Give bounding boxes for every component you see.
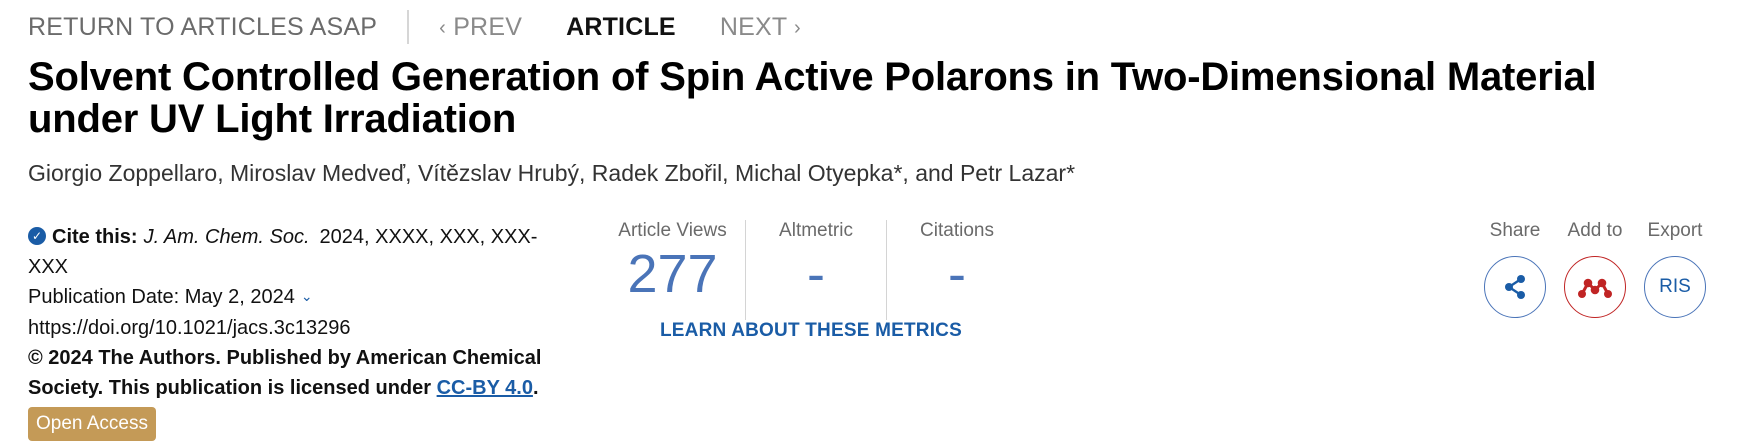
altmetric-label: Altmetric [779,220,853,241]
chevron-right-icon: › [794,16,801,39]
views-label: Article Views [618,220,727,241]
citations-value: - [948,244,966,304]
share-icon [1505,275,1525,299]
views-value: 277 [627,244,718,304]
export-ris-button[interactable]: RIS [1644,256,1706,318]
cite-this-label[interactable]: Cite this: [52,226,138,248]
check-circle-icon: ✓ [28,226,46,245]
metric-altmetric: Altmetric - [745,220,886,320]
article-actions: Share Add to Export RIS [1483,220,1707,318]
chevron-down-icon: ⌄ [300,288,313,304]
license-link[interactable]: CC-BY 4.0 [437,377,533,399]
learn-metrics-link[interactable]: LEARN ABOUT THESE METRICS [660,320,962,342]
metric-citations: Citations - [886,220,1027,320]
citation-block: ✓ Cite this: J. Am. Chem. Soc. 2024, XXXX, … [28,222,568,441]
ris-label: RIS [1659,276,1691,297]
add-to-mendeley-button[interactable] [1564,256,1626,318]
open-access-badge: Open Access [28,407,156,441]
prev-label: PREV [453,12,523,41]
article-tab[interactable]: ARTICLE [566,13,676,42]
export-action: Export RIS [1643,220,1707,318]
doi-link[interactable]: https://doi.org/10.1021/jacs.3c13296 [28,313,568,343]
prev-link[interactable]: ‹ PREV [439,13,522,42]
mendeley-icon [1578,278,1612,298]
cite-line: ✓ Cite this: J. Am. Chem. Soc. 2024, XXXX, … [28,222,568,282]
publication-date-text: Publication Date: May 2, 2024 [28,286,295,308]
article-metrics: Article Views 277 Altmetric - Citations … [600,220,1027,320]
journal-name: J. Am. Chem. Soc. [143,226,310,248]
add-to-action: Add to [1563,220,1627,318]
share-action: Share [1483,220,1547,318]
author-list[interactable]: Giorgio Zoppellaro, Miroslav Medveď, Vít… [28,160,1075,187]
copyright-period: . [532,377,539,399]
next-link[interactable]: NEXT › [720,13,801,42]
add-to-label: Add to [1567,220,1623,241]
share-button[interactable] [1484,256,1546,318]
nav-divider [407,10,410,44]
share-label: Share [1489,220,1541,241]
chevron-left-icon: ‹ [439,16,447,39]
article-nav: RETURN TO ARTICLES ASAP ‹ PREV ARTICLE N… [28,6,801,48]
export-label: Export [1647,220,1703,241]
altmetric-value: - [807,244,825,304]
publication-date[interactable]: Publication Date: May 2, 2024 ⌄ [28,282,568,313]
copyright-notice: © 2024 The Authors. Published by America… [28,343,568,403]
next-label: NEXT [719,12,787,41]
metric-views: Article Views 277 [600,220,745,320]
citations-label: Citations [920,220,994,241]
return-to-articles-link[interactable]: RETURN TO ARTICLES ASAP [28,13,377,42]
article-title: Solvent Controlled Generation of Spin Ac… [28,55,1597,141]
